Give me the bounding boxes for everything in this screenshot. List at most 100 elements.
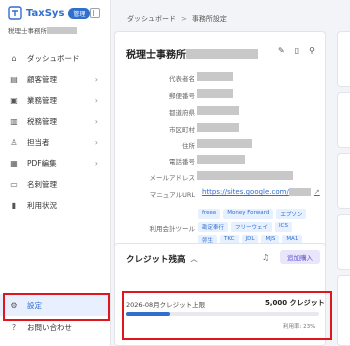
chevron-right-icon: › bbox=[94, 75, 98, 84]
side-card-partial bbox=[337, 153, 350, 209]
redacted-org-name bbox=[47, 26, 77, 34]
credit-balance-card: クレジット残高 ︿ ♫ 追加購入 2026-08月クレジット上限 5,000 ク… bbox=[114, 243, 326, 346]
manual-url-link[interactable]: https://sites.google.com/ ↗ bbox=[202, 188, 320, 196]
chevron-up-icon[interactable]: ︿ bbox=[191, 254, 198, 264]
field-label: 電話番号 bbox=[169, 158, 195, 166]
accounting-tool-tag: freee bbox=[198, 209, 221, 219]
app-name: TaxSys bbox=[26, 7, 65, 19]
sidebar-nav: ⌂ ダッシュボード ▤ 顧客管理 › ▣ 業務管理 › ▥ 税務管理 › ♙ 担当者 › ▦ PDF編集 › ▭ 名… bbox=[0, 48, 110, 216]
breadcrumb-root[interactable]: ダッシュボード bbox=[127, 14, 176, 24]
office-title: 税理士事務所 bbox=[126, 46, 258, 61]
office-title-text: 税理士事務所 bbox=[126, 50, 186, 61]
briefcase-icon: ▣ bbox=[10, 96, 18, 105]
home-icon: ⌂ bbox=[11, 54, 17, 63]
org-prefix: 税理士事務所 bbox=[8, 27, 47, 35]
redacted-field-value bbox=[197, 155, 245, 164]
accounting-tool-tag: Money Forward bbox=[223, 209, 274, 219]
breadcrumb-separator: > bbox=[181, 15, 187, 23]
file-edit-icon: ▦ bbox=[10, 159, 18, 168]
sidebar-item-2[interactable]: ▤ 顧客管理 › bbox=[0, 69, 110, 90]
side-card-partial bbox=[337, 214, 350, 270]
credit-title: クレジット残高 ︿ bbox=[126, 253, 198, 265]
credit-limit-value: 5,000 クレジット bbox=[265, 299, 325, 307]
sidebar-toggle-icon[interactable] bbox=[90, 8, 100, 18]
bell-icon[interactable]: ♫ bbox=[262, 253, 269, 262]
chevron-right-icon: › bbox=[94, 117, 98, 126]
accounting-tool-tag: エプソン bbox=[276, 209, 307, 219]
sidebar-item-4[interactable]: ▥ 税務管理 › bbox=[0, 111, 110, 132]
sidebar-item-label: 名刺管理 bbox=[27, 180, 57, 189]
wrench-icon[interactable]: ⚲ bbox=[309, 46, 315, 55]
help-icon: ? bbox=[11, 322, 17, 332]
organization-name: 税理士事務所 bbox=[8, 25, 77, 35]
field-label: 代表者名 bbox=[169, 75, 195, 83]
redacted-field-value bbox=[197, 106, 239, 115]
sidebar-item-label: 担当者 bbox=[27, 138, 50, 147]
sidebar-bottom-nav: ⚙ 設定 ? お問い合わせ bbox=[0, 294, 110, 338]
admin-badge: 管理 bbox=[68, 7, 91, 19]
document-icon: ▥ bbox=[10, 117, 18, 126]
sidebar-item-label: 税務管理 bbox=[27, 117, 57, 126]
redacted-field-value bbox=[197, 139, 252, 148]
usage-progress-bar bbox=[126, 312, 319, 316]
sidebar-item-contact[interactable]: ? お問い合わせ bbox=[0, 316, 110, 338]
brand[interactable]: TaxSys 管理 bbox=[8, 6, 91, 20]
redacted-field-value bbox=[197, 171, 293, 180]
redacted-field-value bbox=[197, 123, 239, 132]
copy-icon[interactable]: ▯ bbox=[295, 46, 299, 55]
chevron-right-icon: › bbox=[94, 159, 98, 168]
sidebar-item-label: 利用状況 bbox=[27, 201, 57, 210]
sidebar: TaxSys 管理 税理士事務所 ⌂ ダッシュボード ▤ 顧客管理 › ▣ 業務管理 › ▥ 税務… bbox=[0, 0, 111, 346]
gear-icon: ⚙ bbox=[10, 300, 18, 310]
redacted-field-value bbox=[197, 72, 233, 81]
sidebar-item-8[interactable]: ▮ 利用状況 bbox=[0, 195, 110, 216]
sidebar-item-label: 業務管理 bbox=[27, 96, 57, 105]
buy-credits-button[interactable]: 追加購入 bbox=[280, 250, 320, 264]
sidebar-item-label: 設定 bbox=[27, 300, 42, 310]
redacted-field-value bbox=[197, 89, 233, 98]
field-label: 郵便番号 bbox=[169, 92, 195, 100]
card-icon: ▭ bbox=[10, 180, 18, 189]
manual-url-text: https://sites.google.com/ bbox=[202, 188, 289, 196]
sidebar-item-3[interactable]: ▣ 業務管理 › bbox=[0, 90, 110, 111]
logo-icon bbox=[8, 6, 22, 20]
edit-icon[interactable]: ✎ bbox=[278, 46, 285, 55]
sidebar-item-label: お問い合わせ bbox=[27, 322, 72, 332]
sidebar-item-label: 顧客管理 bbox=[27, 75, 57, 84]
breadcrumb-current: 事務所設定 bbox=[191, 15, 227, 23]
breadcrumb: ダッシュボード > 事務所設定 bbox=[127, 14, 227, 24]
sidebar-item-6[interactable]: ▦ PDF編集 › bbox=[0, 153, 110, 174]
side-card-partial bbox=[337, 92, 350, 148]
field-label: 都道府県 bbox=[169, 109, 195, 117]
office-info-card: 税理士事務所 ✎ ▯ ⚲ 代表者名郵便番号都道府県市区町村住所電話番号メールアド… bbox=[114, 31, 326, 258]
usage-rate: 利用率: 23% bbox=[283, 324, 316, 330]
redacted-url-tail bbox=[288, 188, 311, 196]
person-icon: ♙ bbox=[10, 138, 18, 147]
sidebar-item-label: ダッシュボード bbox=[27, 54, 80, 63]
accounting-tool-tag: 勘定奉行 bbox=[198, 222, 229, 232]
field-label: メールアドレス bbox=[149, 174, 196, 182]
card-actions: ✎ ▯ ⚲ bbox=[278, 46, 315, 55]
credit-limit-label: 2026-08月クレジット上限 bbox=[126, 301, 206, 309]
sidebar-item-settings[interactable]: ⚙ 設定 bbox=[0, 294, 110, 316]
chevron-right-icon: › bbox=[94, 96, 98, 105]
users-icon: ▤ bbox=[10, 75, 18, 84]
field-label: 市区町村 bbox=[169, 126, 195, 134]
chart-icon: ▮ bbox=[11, 201, 17, 210]
accounting-tools-label: 利用会計ツール bbox=[149, 225, 196, 233]
external-link-icon: ↗ bbox=[313, 188, 320, 196]
chevron-right-icon: › bbox=[94, 138, 98, 147]
manual-url-label: マニュアルURL bbox=[149, 191, 195, 199]
accounting-tool-tag: フリーウェイ bbox=[231, 222, 273, 232]
sidebar-item-7[interactable]: ▭ 名刺管理 bbox=[0, 174, 110, 195]
side-card-partial bbox=[337, 275, 350, 346]
redacted-office-name bbox=[186, 48, 258, 59]
sidebar-item-label: PDF編集 bbox=[27, 159, 57, 168]
field-label: 住所 bbox=[182, 142, 195, 150]
sidebar-item-1[interactable]: ⌂ ダッシュボード bbox=[0, 48, 110, 69]
usage-progress-fill bbox=[126, 312, 171, 316]
sidebar-item-5[interactable]: ♙ 担当者 › bbox=[0, 132, 110, 153]
accounting-tool-tag: ICS bbox=[275, 222, 292, 232]
side-card-partial bbox=[337, 31, 350, 87]
credit-title-text: クレジット残高 bbox=[126, 255, 186, 265]
